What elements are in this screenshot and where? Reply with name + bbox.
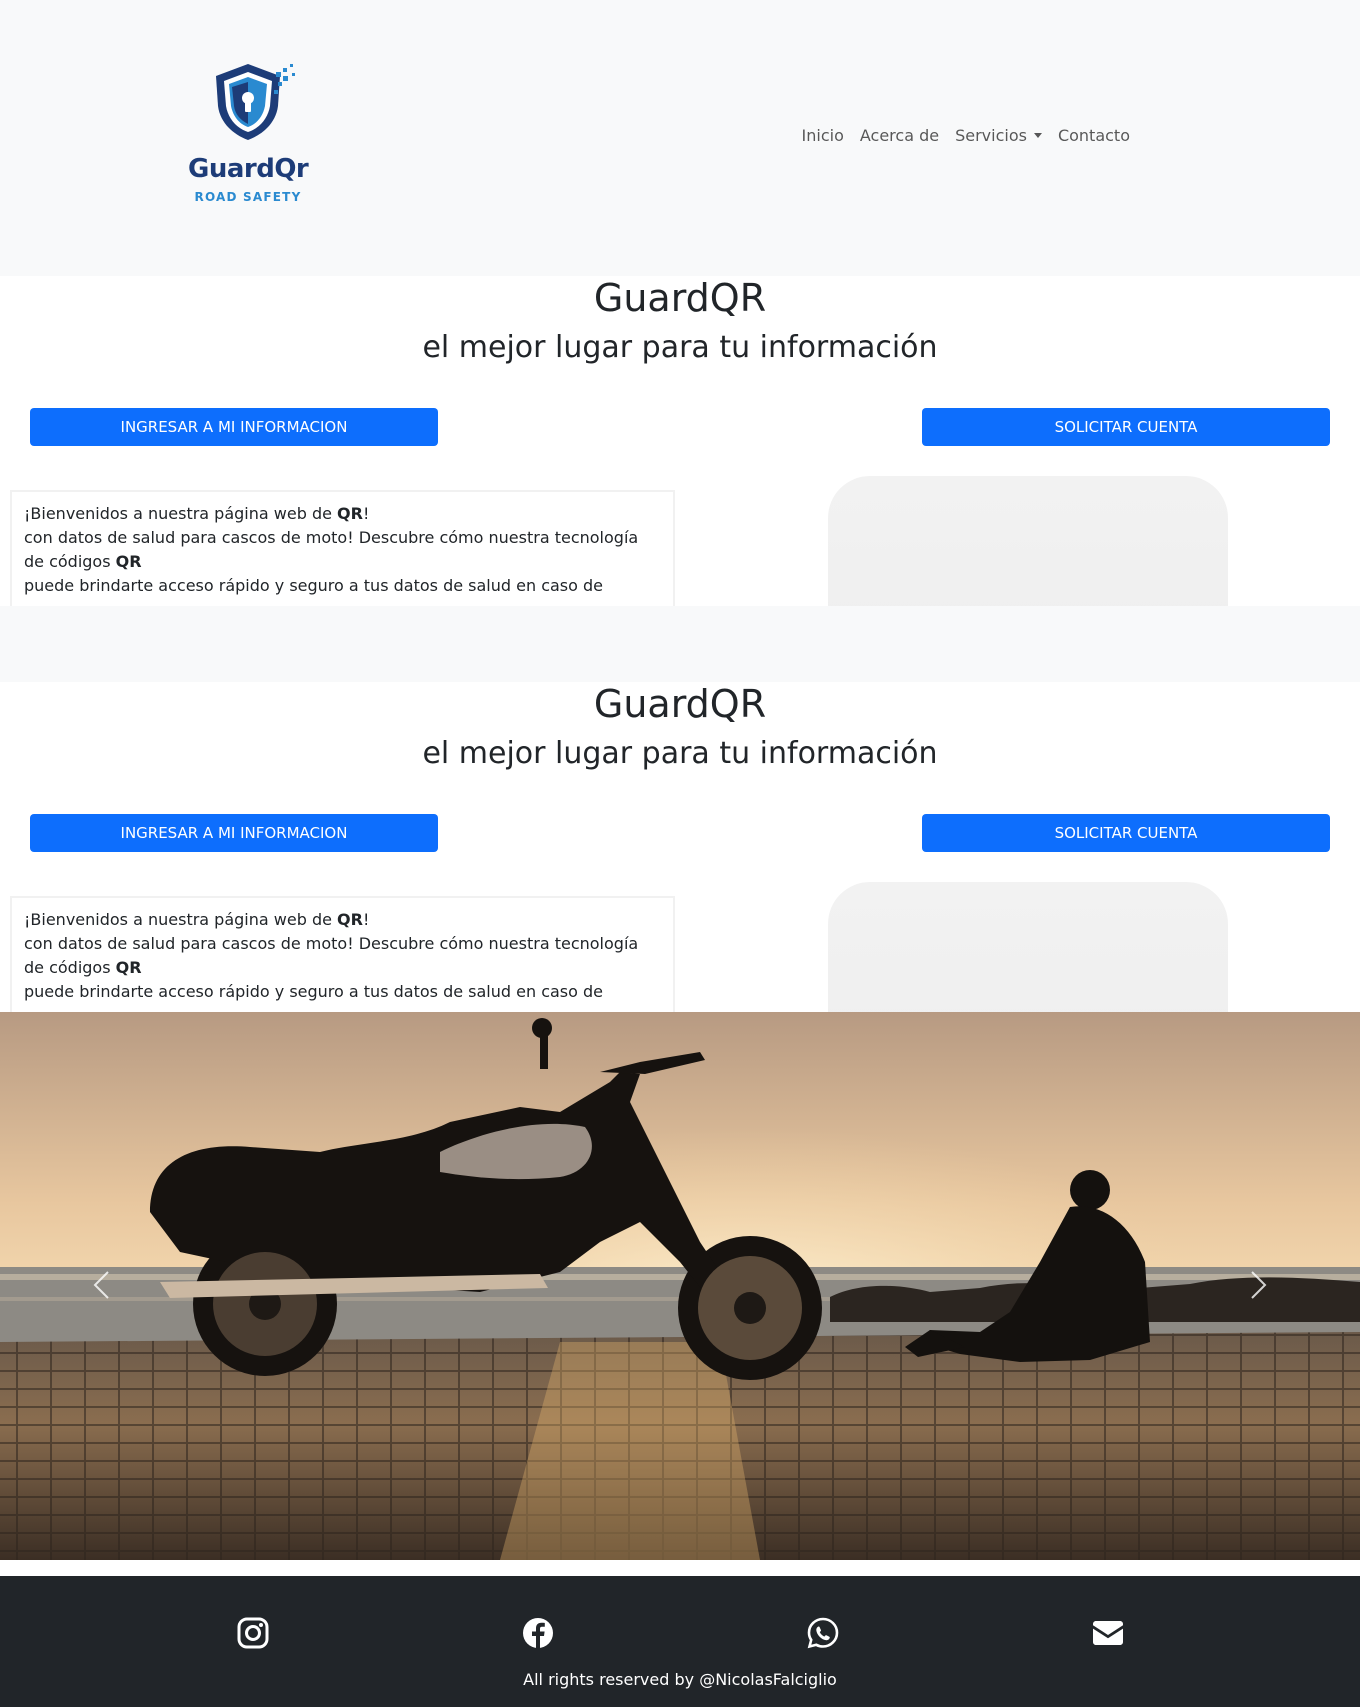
chevron-right-icon[interactable]: [1246, 1270, 1270, 1300]
intro-text-card: ¡Bienvenidos a nuestra página web de QR!…: [10, 896, 675, 1012]
footer: All rights reserved by @NicolasFalciglio: [0, 1576, 1360, 1707]
request-account-button[interactable]: SOLICITAR CUENTA: [922, 408, 1330, 446]
intro-line-4: puede brindarte acceso rápido y seguro a…: [24, 576, 603, 595]
hero-section: GuardQR el mejor lugar para tu informaci…: [0, 682, 1360, 1012]
instagram-icon[interactable]: [236, 1616, 270, 1650]
hero-subtitle: el mejor lugar para tu información: [422, 330, 938, 365]
hero-image: [828, 476, 1228, 606]
chevron-left-icon[interactable]: [90, 1270, 114, 1300]
nav-item-acerca-de[interactable]: Acerca de: [860, 126, 939, 145]
copyright-text: All rights reserved by @NicolasFalciglio: [523, 1670, 837, 1689]
intro-text-card: ¡Bienvenidos a nuestra página web de QR!…: [10, 490, 675, 606]
brand-name: GuardQr: [188, 154, 309, 184]
shield-lock-icon: [216, 64, 295, 140]
intro-line-2: con datos de salud para cascos de moto! …: [24, 528, 639, 547]
brand-tagline: ROAD SAFETY: [194, 190, 302, 204]
motorcycle-sunset-photo: [0, 1012, 1360, 1560]
whatsapp-icon[interactable]: [806, 1616, 840, 1650]
intro-line-4: puede brindarte acceso rápido y seguro a…: [24, 982, 603, 1001]
navbar: GuardQr ROAD SAFETY Inicio Acerca de Ser…: [0, 0, 1360, 276]
intro-line-1: ¡Bienvenidos a nuestra página web de QR!: [24, 504, 370, 523]
nav-item-servicios[interactable]: Servicios: [955, 126, 1042, 145]
caret-down-icon: [1033, 133, 1042, 138]
brand-logo[interactable]: GuardQr ROAD SAFETY: [188, 62, 318, 212]
nav-item-servicios-label: Servicios: [955, 126, 1027, 145]
login-info-button[interactable]: INGRESAR A MI INFORMACION: [30, 408, 438, 446]
intro-line-3: de códigos QR: [24, 552, 142, 571]
intro-line-1: ¡Bienvenidos a nuestra página web de QR!: [24, 910, 370, 929]
hero-title: GuardQR: [593, 276, 767, 320]
hero-section: GuardQR el mejor lugar para tu informaci…: [0, 276, 1360, 606]
nav-item-contacto[interactable]: Contacto: [1058, 126, 1130, 145]
facebook-icon[interactable]: [521, 1616, 555, 1650]
main-nav: Inicio Acerca de Servicios Contacto: [802, 126, 1130, 145]
image-carousel: [0, 1012, 1360, 1560]
login-info-button[interactable]: INGRESAR A MI INFORMACION: [30, 814, 438, 852]
section-divider: [0, 606, 1360, 682]
nav-item-inicio[interactable]: Inicio: [802, 126, 844, 145]
hero-image: [828, 882, 1228, 1012]
hero-subtitle: el mejor lugar para tu información: [422, 736, 938, 771]
intro-line-3: de códigos QR: [24, 958, 142, 977]
request-account-button[interactable]: SOLICITAR CUENTA: [922, 814, 1330, 852]
envelope-icon[interactable]: [1091, 1616, 1125, 1650]
hero-title: GuardQR: [593, 682, 767, 726]
intro-line-2: con datos de salud para cascos de moto! …: [24, 934, 639, 953]
